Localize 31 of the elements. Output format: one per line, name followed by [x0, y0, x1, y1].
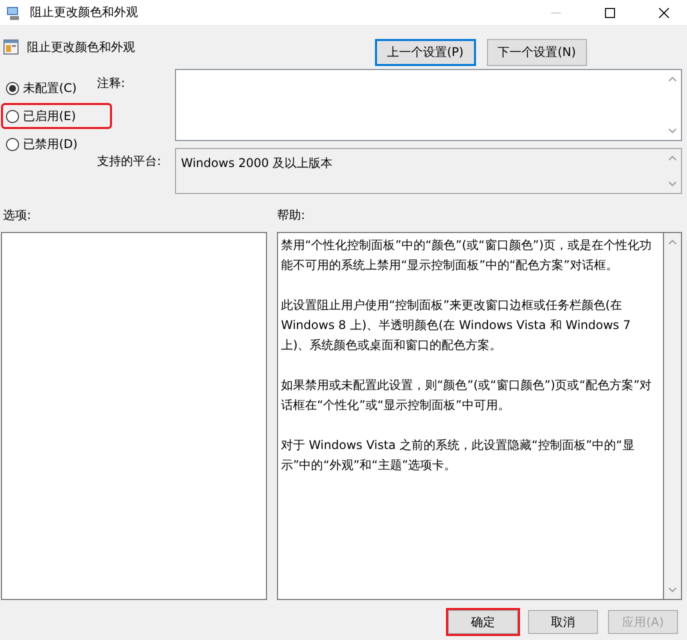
computer-icon	[6, 4, 22, 20]
help-paragraph: 禁用“个性化控制面板”中的“颜色”(或“窗口颜色”)页，或是在个性化功能不可用的系统上禁用“显示控制面板”中的“配色方案”对话框。	[281, 237, 653, 274]
scroll-up-icon[interactable]	[668, 155, 677, 161]
comment-label: 注释:	[97, 75, 126, 92]
help-paragraph: 对于 Windows Vista 之前的系统，此设置隐藏“控制面板”中的“显示”中的“外观”和“主题”选项卡。	[281, 437, 636, 474]
radio-circle[interactable]	[6, 138, 19, 150]
next-setting-button[interactable]: 下一个设置(N)	[486, 39, 587, 66]
scroll-down-icon[interactable]	[668, 587, 677, 593]
scroll-down-icon[interactable]	[668, 128, 677, 134]
state-radio[interactable]: 已禁用(D)	[3, 133, 93, 155]
radio-circle[interactable]	[6, 82, 19, 94]
state-radio[interactable]: 未配置(C)	[3, 77, 93, 99]
dialog-button[interactable]: 取消	[528, 610, 598, 634]
dialog-button[interactable]: 确定	[448, 610, 518, 634]
radio-circle[interactable]	[6, 110, 19, 122]
scroll-up-icon[interactable]	[668, 76, 677, 82]
options-label: 选项:	[3, 207, 32, 224]
previous-setting-button[interactable]: 上一个设置(P)	[375, 39, 476, 66]
policy-title: 阻止更改颜色和外观	[27, 39, 136, 56]
scroll-down-icon[interactable]	[668, 181, 677, 187]
policy-icon	[3, 39, 19, 55]
platform-field: Windows 2000 及以上版本	[175, 148, 682, 194]
help-paragraph: 如果禁用或未配置此设置，则“颜色”(或“窗口颜色”)页或“配色方案”对话框在“个性化”或“显示控制面板”中可用。	[281, 377, 653, 414]
help-label: 帮助:	[277, 207, 306, 224]
state-radio[interactable]: 已启用(E)	[3, 105, 110, 127]
platform-label: 支持的平台:	[97, 153, 162, 170]
window-title: 阻止更改颜色和外观	[30, 4, 139, 21]
help-paragraph: 此设置阻止用户使用“控制面板”来更改窗口边框或任务栏颜色(在 Windows 8 上)、半透明颜色(在 Windows Vista 和 Windows 7 上)、系统颜色或桌面和窗口的配色方案。	[281, 297, 632, 354]
maximize-icon	[605, 8, 615, 18]
scroll-up-icon[interactable]	[668, 239, 677, 245]
close-icon	[659, 8, 669, 18]
